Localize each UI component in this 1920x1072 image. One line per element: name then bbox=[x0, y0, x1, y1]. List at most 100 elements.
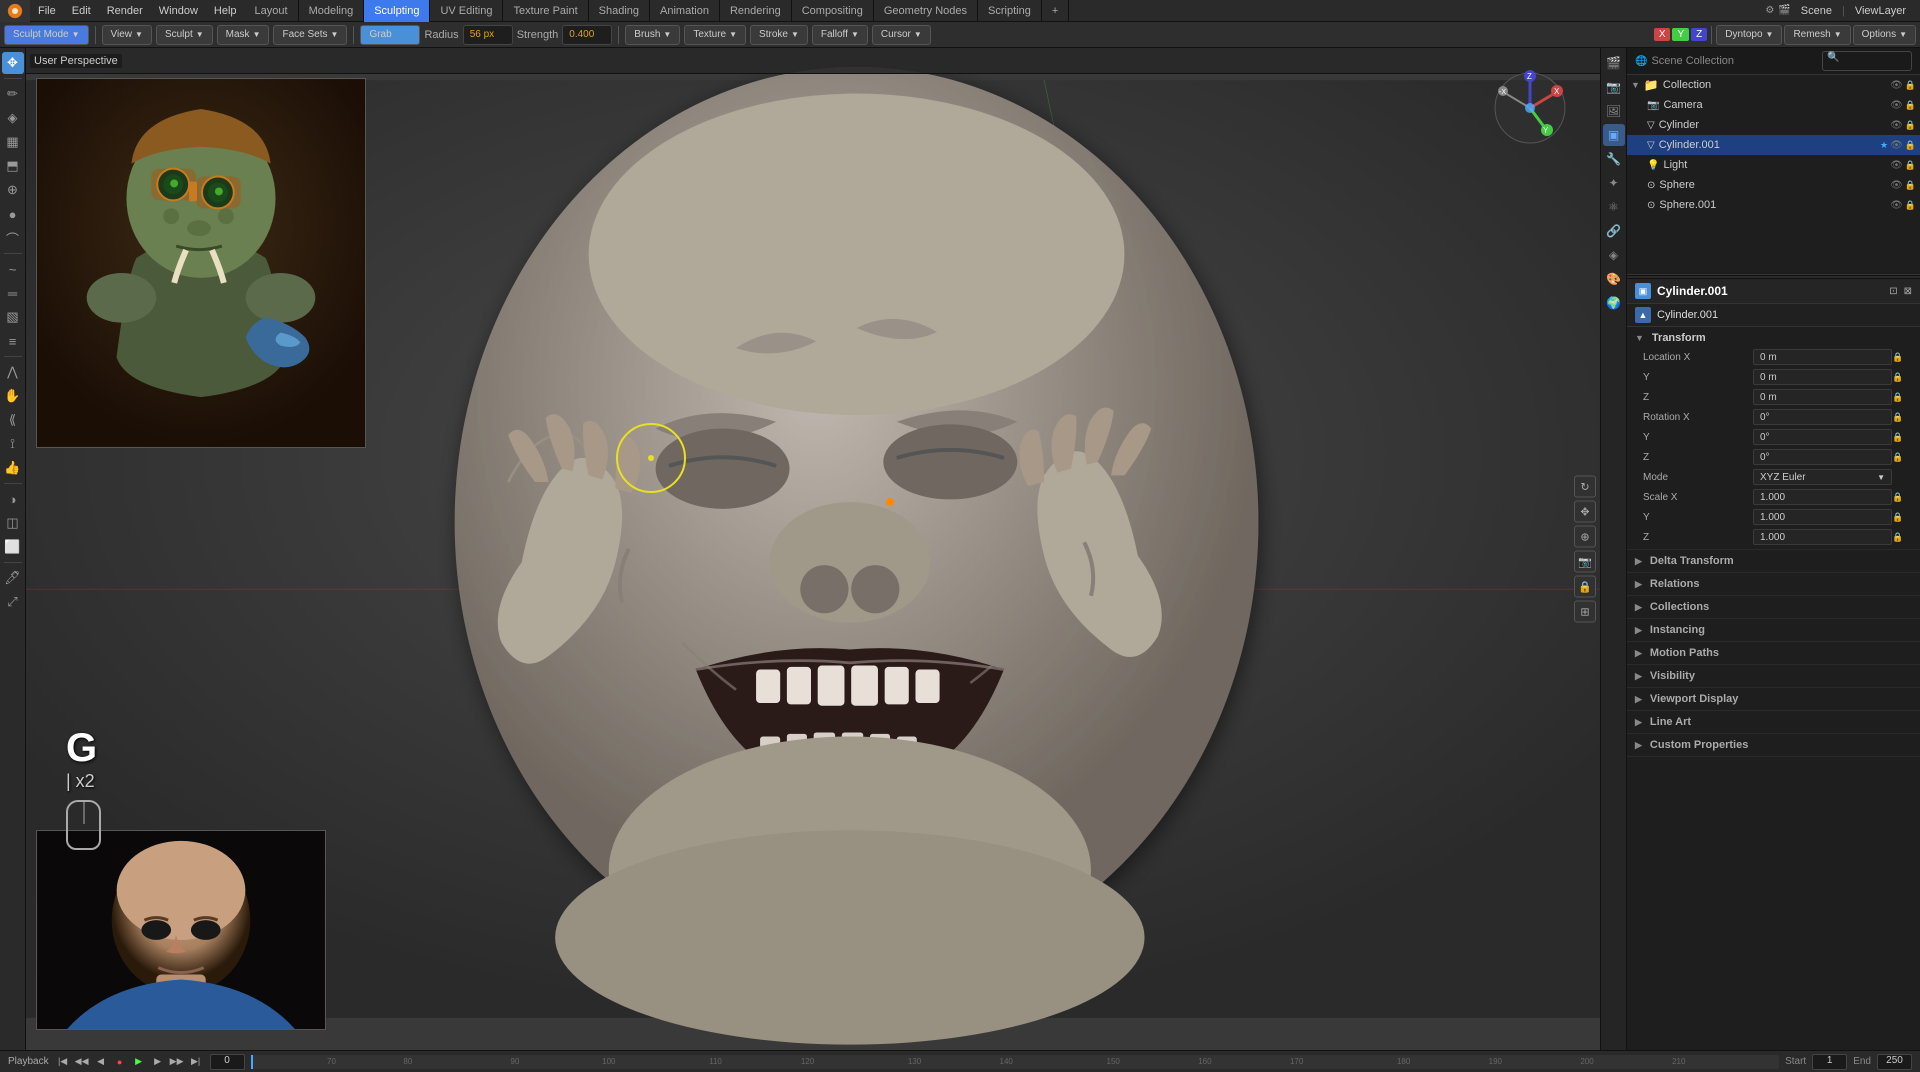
outliner-item-collection[interactable]: ▼ 📁 Collection 👁 🔒 bbox=[1627, 75, 1920, 95]
modifier-icon[interactable]: 🔧 bbox=[1603, 148, 1625, 170]
motion-paths-header[interactable]: ▶ Motion Paths bbox=[1627, 644, 1920, 662]
end-frame-input[interactable]: 250 bbox=[1877, 1054, 1912, 1070]
y-axis-btn[interactable]: Y bbox=[1672, 28, 1689, 41]
falloff-btn[interactable]: Falloff ▼ bbox=[812, 25, 868, 45]
render-icon[interactable]: 🎬 bbox=[1778, 5, 1790, 16]
menu-edit[interactable]: Edit bbox=[64, 0, 99, 22]
tool-clay-strips[interactable]: ▦ bbox=[2, 131, 24, 153]
renderlayer-icon[interactable]: 📷 bbox=[1603, 76, 1625, 98]
next-frame-btn[interactable]: ▶ bbox=[150, 1054, 166, 1070]
location-z-lock[interactable]: 🔒 bbox=[1892, 392, 1912, 403]
tab-rendering[interactable]: Rendering bbox=[720, 0, 792, 22]
location-x-lock[interactable]: 🔒 bbox=[1892, 352, 1912, 363]
mode-dropdown[interactable]: Sculpt Mode ▼ bbox=[4, 25, 89, 45]
blender-logo[interactable] bbox=[0, 0, 30, 22]
tab-uv-editing[interactable]: UV Editing bbox=[430, 0, 503, 22]
tool-draw-faceset[interactable]: ◫ bbox=[2, 512, 24, 534]
viewport-display-header[interactable]: ▶ Viewport Display bbox=[1627, 690, 1920, 708]
rotation-y-lock[interactable]: 🔒 bbox=[1892, 432, 1912, 443]
location-x-field[interactable]: 0 m bbox=[1753, 349, 1892, 365]
scene-props-icon[interactable]: 🎬 bbox=[1603, 52, 1625, 74]
navigation-gizmo[interactable]: X -X Y Z bbox=[1490, 68, 1570, 148]
menu-render[interactable]: Render bbox=[99, 0, 151, 22]
radius-value[interactable]: 56 px bbox=[463, 25, 513, 45]
tab-animation[interactable]: Animation bbox=[650, 0, 720, 22]
tool-scrape[interactable]: ≡ bbox=[2, 330, 24, 352]
texture-btn[interactable]: Texture ▼ bbox=[684, 25, 746, 45]
outliner-item-camera[interactable]: 📷 Camera 👁 🔒 bbox=[1627, 95, 1920, 115]
rotation-z-lock[interactable]: 🔒 bbox=[1892, 452, 1912, 463]
tool-clay[interactable]: ◈ bbox=[2, 107, 24, 129]
current-frame-input[interactable]: 0 bbox=[210, 1054, 245, 1070]
tool-elastic-grab[interactable]: ⟪ bbox=[2, 409, 24, 431]
jump-prev-btn[interactable]: ◀◀ bbox=[74, 1054, 90, 1070]
scale-x-field[interactable]: 1.000 bbox=[1753, 489, 1892, 505]
record-btn[interactable]: ● bbox=[112, 1054, 128, 1070]
menu-help[interactable]: Help bbox=[206, 0, 245, 22]
tool-thumb[interactable]: 👍 bbox=[2, 457, 24, 479]
play-btn[interactable]: ▶ bbox=[131, 1054, 147, 1070]
scale-z-field[interactable]: 1.000 bbox=[1753, 529, 1892, 545]
nav-grid[interactable]: ⊞ bbox=[1574, 601, 1596, 623]
tool-fill[interactable]: ▧ bbox=[2, 306, 24, 328]
collections-header[interactable]: ▶ Collections bbox=[1627, 598, 1920, 616]
tool-blob[interactable]: ● bbox=[2, 203, 24, 225]
rotation-y-field[interactable]: 0° bbox=[1753, 429, 1892, 445]
jump-next-btn[interactable]: ▶▶ bbox=[169, 1054, 185, 1070]
location-z-field[interactable]: 0 m bbox=[1753, 389, 1892, 405]
scale-z-lock[interactable]: 🔒 bbox=[1892, 532, 1912, 543]
delta-transform-header[interactable]: ▶ Delta Transform bbox=[1627, 552, 1920, 570]
particles-icon[interactable]: ✦ bbox=[1603, 172, 1625, 194]
tab-shading[interactable]: Shading bbox=[589, 0, 650, 22]
outliner-item-sphere001[interactable]: ⊙ Sphere.001 👁 🔒 bbox=[1627, 195, 1920, 215]
line-art-header[interactable]: ▶ Line Art bbox=[1627, 713, 1920, 731]
rotation-z-field[interactable]: 0° bbox=[1753, 449, 1892, 465]
view-btn[interactable]: View ▼ bbox=[102, 25, 152, 45]
rotation-x-field[interactable]: 0° bbox=[1753, 409, 1892, 425]
cursor-btn[interactable]: Cursor ▼ bbox=[872, 25, 931, 45]
brush-btn[interactable]: Brush ▼ bbox=[625, 25, 680, 45]
tab-modeling[interactable]: Modeling bbox=[299, 0, 365, 22]
tool-smooth[interactable]: ~ bbox=[2, 258, 24, 280]
tool-cursor[interactable]: ✥ bbox=[2, 52, 24, 74]
tool-inflate[interactable]: ⊕ bbox=[2, 179, 24, 201]
tab-compositing[interactable]: Compositing bbox=[792, 0, 874, 22]
mask-btn[interactable]: Mask ▼ bbox=[217, 25, 270, 45]
tool-grab[interactable]: ✋ bbox=[2, 385, 24, 407]
viewport[interactable]: User Perspective bbox=[26, 48, 1600, 1050]
nav-pan[interactable]: ✥ bbox=[1574, 501, 1596, 523]
dyntopo-btn[interactable]: Dyntopo ▼ bbox=[1716, 25, 1782, 45]
search-input[interactable]: 🔍 bbox=[1822, 51, 1912, 71]
visibility-toggle[interactable]: 👁 bbox=[1890, 80, 1903, 91]
stroke-btn[interactable]: Stroke ▼ bbox=[750, 25, 808, 45]
tool-mask[interactable]: ◑ bbox=[2, 488, 24, 510]
tool-annotate[interactable]: 🖊 bbox=[2, 567, 24, 589]
outliner-item-sphere[interactable]: ⊙ Sphere 👁 🔒 bbox=[1627, 175, 1920, 195]
sculpt-btn[interactable]: Sculpt ▼ bbox=[156, 25, 213, 45]
jump-start-btn[interactable]: |◀ bbox=[55, 1054, 71, 1070]
tool-pinch[interactable]: ⋀ bbox=[2, 361, 24, 383]
nav-rotate[interactable]: ↻ bbox=[1574, 476, 1596, 498]
tool-draw[interactable]: ✏ bbox=[2, 83, 24, 105]
timeline-bar[interactable]: 70 80 90 100 110 120 130 140 150 160 170… bbox=[251, 1055, 1780, 1069]
world-icon[interactable]: 🌍 bbox=[1603, 292, 1625, 314]
menu-file[interactable]: File bbox=[30, 0, 64, 22]
z-axis-btn[interactable]: Z bbox=[1691, 28, 1707, 41]
tab-texture-paint[interactable]: Texture Paint bbox=[503, 0, 588, 22]
object-icon-btn[interactable]: ▣ bbox=[1603, 124, 1625, 146]
tool-flatten[interactable]: ═ bbox=[2, 282, 24, 304]
nav-lock[interactable]: 🔒 bbox=[1574, 576, 1596, 598]
facesets-btn[interactable]: Face Sets ▼ bbox=[273, 25, 347, 45]
nav-camera[interactable]: 📷 bbox=[1574, 551, 1596, 573]
outliner-item-cylinder001[interactable]: ▽ Cylinder.001 ★ 👁 🔒 bbox=[1627, 135, 1920, 155]
rotation-x-lock[interactable]: 🔒 bbox=[1892, 412, 1912, 423]
brush-name-btn[interactable]: Grab bbox=[360, 25, 420, 45]
strength-value[interactable]: 0.400 bbox=[562, 25, 612, 45]
instancing-header[interactable]: ▶ Instancing bbox=[1627, 621, 1920, 639]
start-frame-input[interactable]: 1 bbox=[1812, 1054, 1847, 1070]
location-y-lock[interactable]: 🔒 bbox=[1892, 372, 1912, 383]
outliner-item-light[interactable]: 💡 Light 👁 🔒 bbox=[1627, 155, 1920, 175]
tool-crease[interactable]: ⌒ bbox=[2, 227, 24, 249]
scale-y-lock[interactable]: 🔒 bbox=[1892, 512, 1912, 523]
menu-window[interactable]: Window bbox=[151, 0, 206, 22]
